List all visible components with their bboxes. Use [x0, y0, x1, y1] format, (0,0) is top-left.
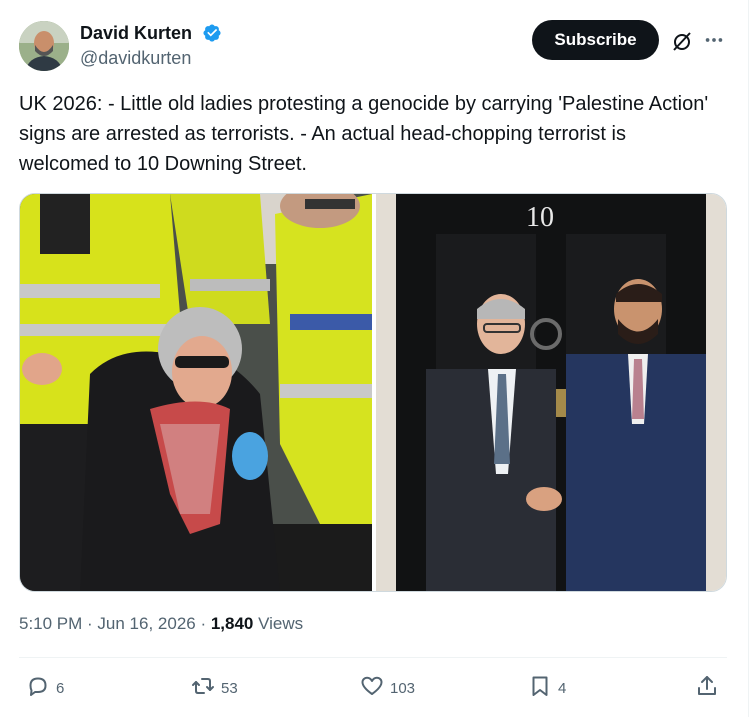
views-count: 1,840 [210, 614, 254, 633]
repost-count: 53 [221, 679, 238, 697]
media-grid: 10 [19, 193, 727, 592]
repost-button[interactable]: 53 [191, 674, 238, 702]
reply-button[interactable]: 6 [26, 674, 64, 702]
reply-count: 6 [56, 679, 65, 697]
meta-separator: · [195, 614, 211, 633]
tweet: David Kurten @davidkurten Subscribe UK 2… [0, 0, 749, 717]
grok-icon[interactable] [670, 29, 694, 53]
tweet-meta: 5:10 PM · Jun 16, 2026 · 1,840 Views [19, 612, 303, 636]
tweet-text: UK 2026: - Little old ladies protesting … [19, 93, 714, 175]
bookmark-count: 4 [558, 679, 567, 697]
like-count: 103 [390, 679, 416, 697]
tweet-time[interactable]: 5:10 PM [19, 614, 82, 633]
tweet-photo-arrest[interactable] [20, 194, 372, 591]
bookmark-button[interactable]: 4 [528, 674, 566, 702]
bookmark-icon [528, 674, 552, 702]
reply-icon [26, 674, 50, 702]
author-name[interactable]: David Kurten [80, 21, 192, 45]
like-button[interactable]: 103 [360, 674, 415, 702]
tweet-date[interactable]: Jun 16, 2026 [97, 614, 195, 633]
author-handle[interactable]: @davidkurten [80, 46, 191, 70]
meta-separator: · [82, 614, 98, 633]
subscribe-button[interactable]: Subscribe [532, 20, 659, 60]
tweet-photo-downing-street[interactable]: 10 [376, 194, 726, 591]
svg-text:10: 10 [526, 202, 554, 233]
repost-icon [191, 674, 215, 702]
share-button[interactable] [695, 674, 719, 702]
avatar[interactable] [19, 21, 69, 71]
views-label: Views [253, 614, 304, 633]
more-icon[interactable] [703, 29, 725, 51]
heart-icon [360, 674, 384, 702]
share-icon [695, 674, 719, 702]
verified-badge-icon [202, 23, 222, 43]
divider [19, 657, 727, 658]
